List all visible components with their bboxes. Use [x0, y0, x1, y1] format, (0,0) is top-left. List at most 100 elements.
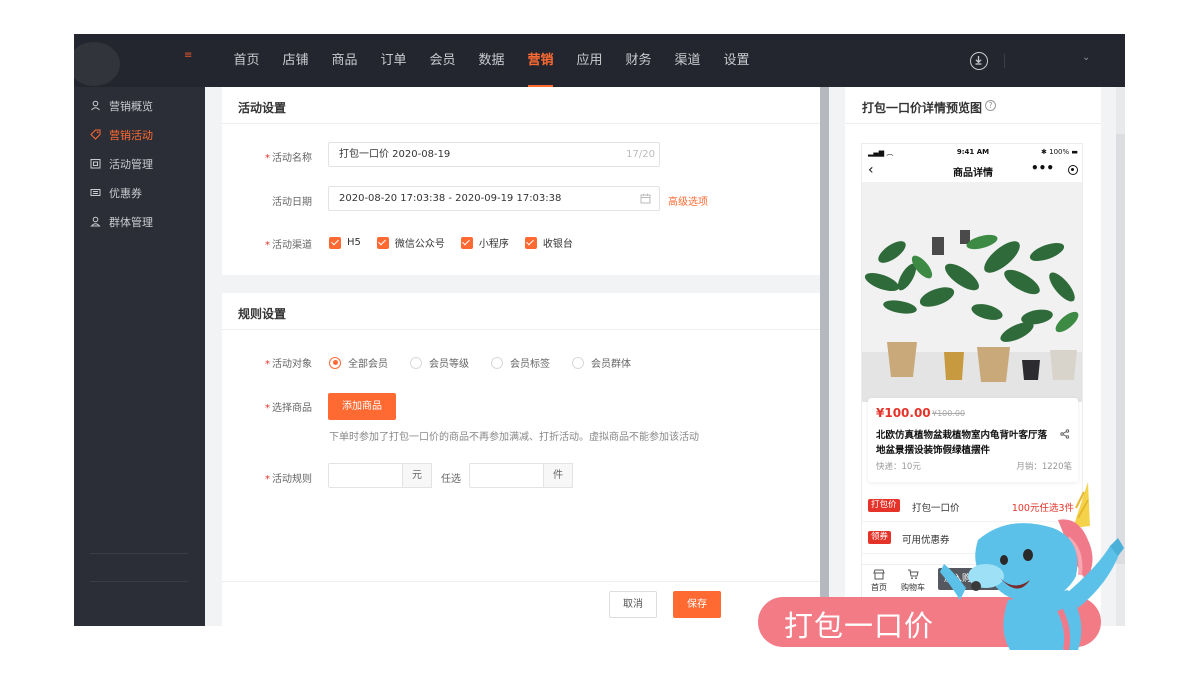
rule-count-input[interactable]: 件	[469, 463, 573, 488]
channel-wechat-checkbox[interactable]: 微信公众号	[376, 235, 445, 250]
group-icon	[90, 216, 101, 227]
activity-name-label: * 活动名称	[265, 153, 312, 164]
target-member-tag-radio[interactable]: 会员标签	[491, 355, 550, 370]
tab-home[interactable]: 首页	[864, 569, 894, 593]
channel-miniprogram-checkbox[interactable]: 小程序	[460, 235, 509, 250]
activity-rule-label: * 活动规则	[265, 474, 312, 485]
monthly-sales: 月销：1220笔	[1016, 462, 1072, 472]
user-icon	[91, 100, 100, 111]
rule-amount-input[interactable]: 元	[328, 463, 432, 488]
add-goods-button[interactable]: 添加商品	[328, 393, 396, 420]
channel-checkboxes: H5 微信公众号 小程序 收银台	[329, 235, 589, 250]
main-nav: 首页 店铺 商品 订单 会员 数据 营销 应用 财务 渠道 设置	[222, 34, 761, 87]
phone-nav-bar: ‹ 商品详情 •••	[862, 160, 1082, 182]
target-member-level-radio[interactable]: 会员等级	[410, 355, 469, 370]
sidebar-divider	[90, 553, 188, 554]
more-icon: •••	[1030, 161, 1054, 175]
target-icon	[1068, 165, 1078, 175]
char-count: 17/20	[626, 149, 655, 160]
sidebar-item-overview[interactable]: 营销概览	[74, 91, 205, 120]
nav-item-data[interactable]: 数据	[467, 34, 516, 87]
nav-item-settings[interactable]: 设置	[712, 34, 761, 87]
activity-date-label: 活动日期	[272, 197, 312, 208]
sidebar-item-label: 活动管理	[109, 157, 153, 171]
nav-item-members[interactable]: 会员	[418, 34, 467, 87]
calendar-icon	[640, 193, 651, 204]
top-bar: ≡ 首页 店铺 商品 订单 会员 数据 营销 应用 财务 渠道 设置 ⌄	[74, 34, 1125, 87]
battery-icon: ✱ 100% ▬	[1041, 148, 1078, 156]
share-icon[interactable]	[1060, 429, 1070, 439]
account-chevron-down-icon[interactable]: ⌄	[1082, 52, 1090, 63]
nav-item-home[interactable]: 首页	[222, 34, 271, 87]
channel-h5-checkbox[interactable]: H5	[329, 236, 361, 249]
coupon-tag: 领券	[868, 531, 892, 544]
sidebar-item-campaigns[interactable]: 营销活动	[74, 120, 205, 149]
bundle-tag: 打包价	[868, 499, 900, 512]
activity-channel-label: * 活动渠道	[265, 240, 312, 251]
nav-item-apps[interactable]: 应用	[565, 34, 614, 87]
sidebar-item-coupons[interactable]: 优惠券	[74, 178, 205, 207]
price-card: ¥100.00 ¥100.00 北欧仿真植物盆栽植物室内龟背叶客厅落地盆景摆设装…	[868, 398, 1078, 482]
download-icon[interactable]	[970, 52, 988, 70]
sidebar-item-label: 营销活动	[109, 128, 153, 142]
nav-item-finance[interactable]: 财务	[614, 34, 663, 87]
select-goods-label: * 选择商品	[265, 403, 312, 414]
divider	[222, 329, 820, 330]
sidebar-item-label: 营销概览	[109, 99, 153, 113]
nav-item-orders[interactable]: 订单	[369, 34, 418, 87]
advanced-options-link[interactable]: 高级选项	[668, 193, 708, 208]
logo-mark-icon: ≡	[184, 50, 193, 61]
sidebar: 营销概览 营销活动 活动管理 优惠券 群体管理	[74, 87, 205, 626]
sidebar-item-label: 优惠券	[109, 186, 142, 200]
cancel-button[interactable]: 取消	[609, 591, 657, 618]
original-price: ¥100.00	[932, 409, 966, 418]
pick-text: 任选	[441, 474, 461, 485]
save-button[interactable]: 保存	[673, 591, 721, 618]
tab-cart[interactable]: 购物车	[898, 569, 928, 593]
section-title: 规则设置	[238, 307, 287, 321]
price: ¥100.00	[876, 406, 931, 420]
product-name: 北欧仿真植物盆栽植物室内龟背叶客厅落地盆景摆设装饰假绿植摆件	[876, 430, 1048, 456]
sidebar-item-label: 群体管理	[109, 215, 153, 229]
sidebar-item-groups[interactable]: 群体管理	[74, 207, 205, 236]
unicorn-mascot	[940, 482, 1124, 650]
target-member-group-radio[interactable]: 会员群体	[572, 355, 631, 370]
phone-status-bar: ▂▄▆ ︵ 9:41 AM ✱ 100% ▬	[862, 144, 1082, 160]
unit-jian: 件	[543, 463, 573, 488]
goods-hint-text: 下单时参加了打包一口价的商品不再参加满减、打折活动。虚拟商品不能参加该活动	[329, 432, 699, 443]
nav-item-store[interactable]: 店铺	[271, 34, 320, 87]
plant-illustration	[862, 182, 1082, 402]
product-image	[862, 182, 1082, 402]
top-separator	[1004, 54, 1005, 68]
unit-yuan: 元	[402, 463, 432, 488]
nav-item-goods[interactable]: 商品	[320, 34, 369, 87]
channel-cashier-checkbox[interactable]: 收银台	[524, 235, 573, 250]
shipping-fee: 快递：10元	[876, 462, 921, 472]
tab-cart-label: 购物车	[901, 583, 925, 592]
banner-text: 打包一口价	[784, 609, 935, 643]
sidebar-item-activity-management[interactable]: 活动管理	[74, 149, 205, 178]
cart-icon	[908, 569, 919, 580]
nav-item-marketing[interactable]: 营销	[516, 34, 565, 87]
tag-icon	[90, 129, 101, 140]
activity-target-label: * 活动对象	[265, 359, 312, 370]
sidebar-divider	[90, 581, 188, 582]
logo	[74, 42, 120, 86]
help-icon[interactable]: ?	[985, 100, 996, 111]
activity-settings-card: 活动设置 * 活动名称 打包一口价 2020-08-19 17/20 活动日期 2…	[222, 87, 820, 275]
rule-settings-card: 规则设置 * 活动对象 全部会员 会员等级 会员标签 会员群体 * 选择商品 添加商…	[222, 293, 820, 581]
ticket-icon	[90, 189, 101, 196]
main-scrollbar[interactable]	[820, 87, 829, 626]
target-all-members-radio[interactable]: 全部会员	[329, 355, 388, 370]
preview-title: 打包一口价详情预览图	[862, 101, 983, 115]
store-icon	[873, 569, 885, 580]
section-title: 活动设置	[238, 101, 287, 115]
nav-item-channels[interactable]: 渠道	[663, 34, 712, 87]
main-content: 活动设置 * 活动名称 打包一口价 2020-08-19 17/20 活动日期 2…	[222, 87, 820, 626]
divider	[845, 123, 1101, 124]
form-footer: 取消 保存	[222, 581, 820, 626]
activity-name-input[interactable]: 打包一口价 2020-08-19 17/20	[328, 142, 660, 167]
calendar-icon	[90, 159, 101, 169]
tab-home-label: 首页	[871, 583, 887, 592]
activity-date-range-input[interactable]: 2020-08-20 17:03:38 - 2020-09-19 17:03:3…	[328, 186, 660, 211]
